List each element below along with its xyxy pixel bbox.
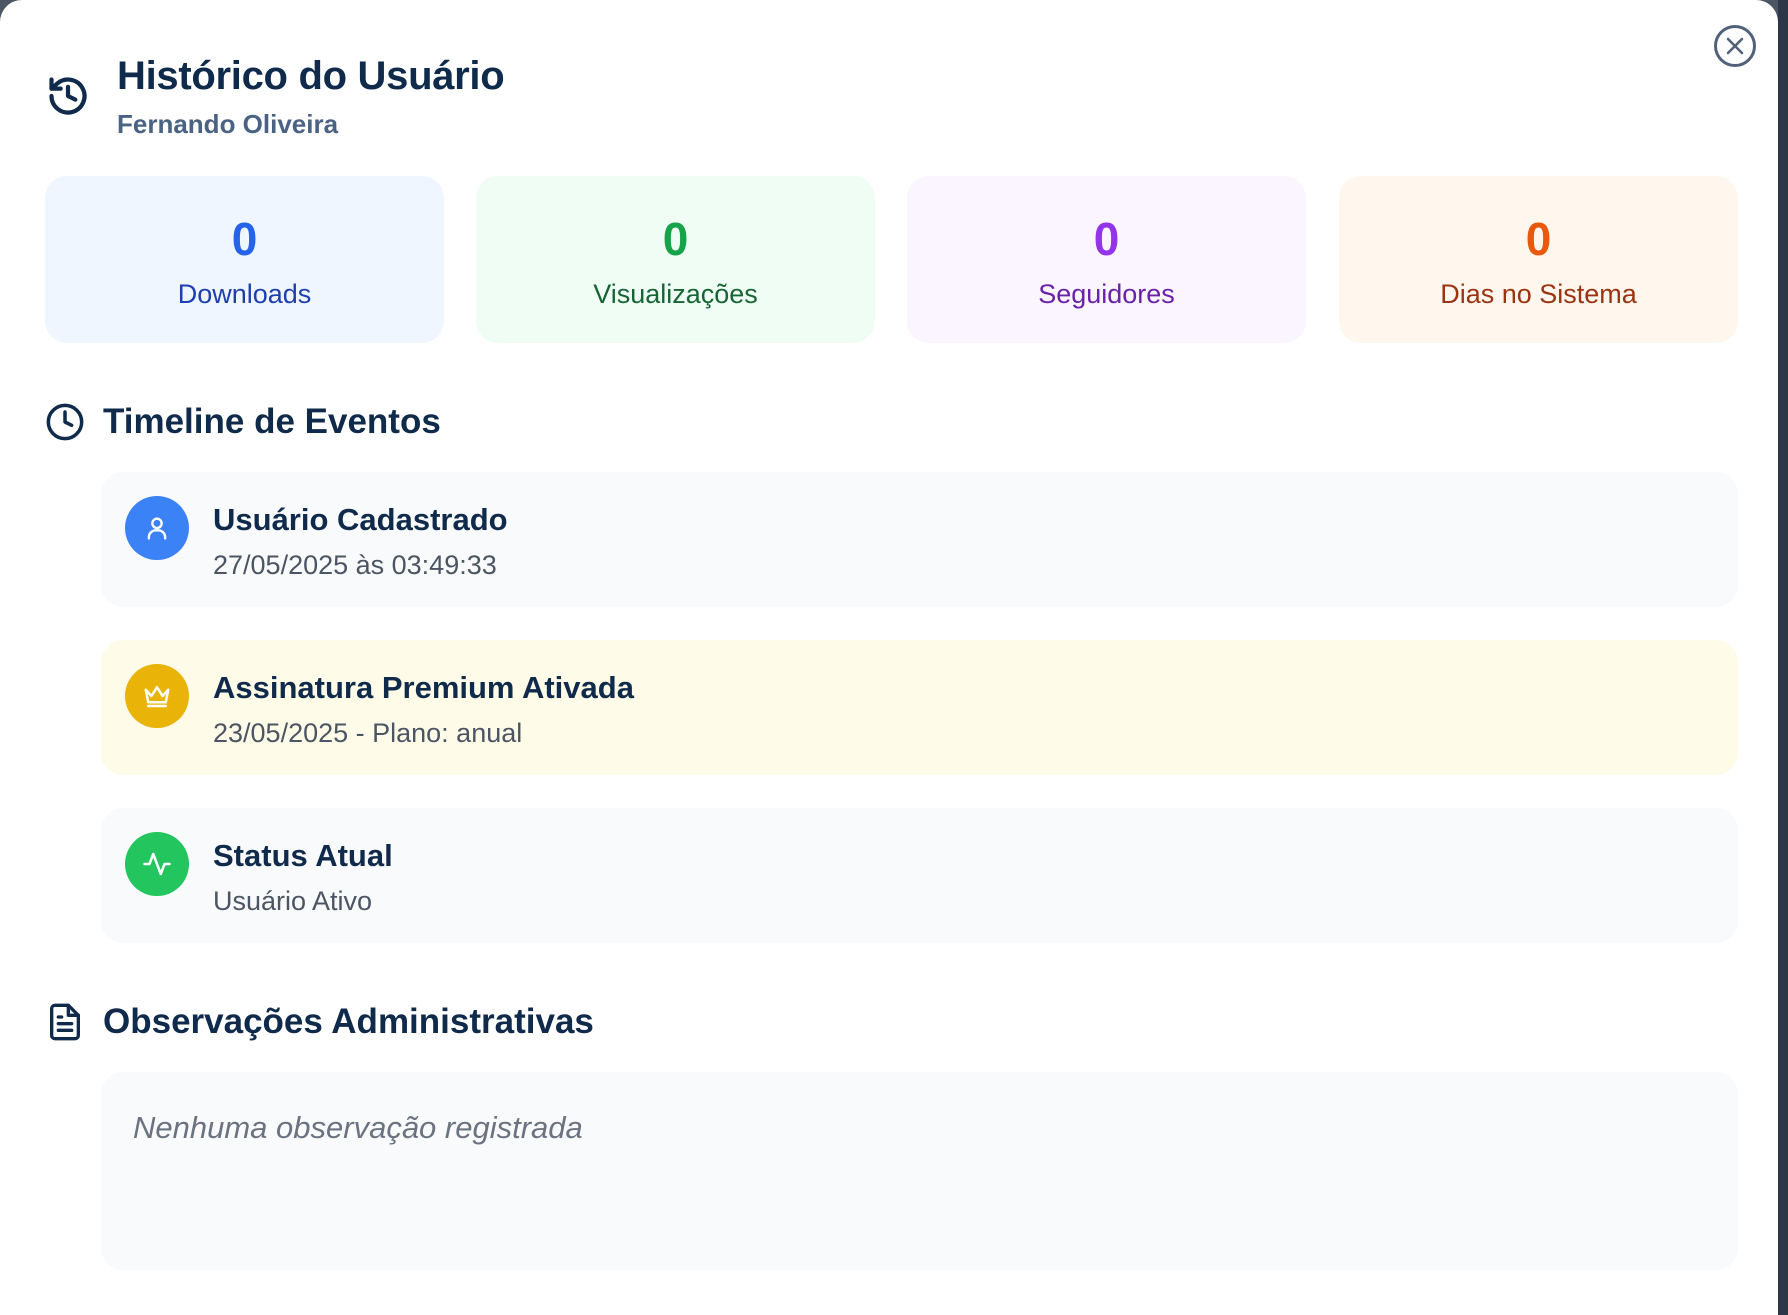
user-icon: [147, 517, 167, 540]
stats-row: 0 Downloads 0 Visualizações 0 Seguidores…: [45, 176, 1738, 343]
event-subtitle: 27/05/2025 às 03:49:33: [213, 550, 497, 580]
user-name: Fernando Oliveira: [117, 109, 339, 139]
timeline-event-premium: Assinatura Premium Ativada 23/05/2025 - …: [101, 640, 1738, 775]
event-icon-badge: [125, 664, 189, 728]
stat-label: Seguidores: [1038, 279, 1175, 309]
timeline-title: Timeline de Eventos: [103, 402, 441, 441]
stat-label: Dias no Sistema: [1440, 279, 1637, 309]
event-subtitle: 23/05/2025 - Plano: anual: [213, 718, 523, 748]
stat-label: Downloads: [177, 279, 312, 309]
stat-value: 0: [662, 213, 689, 265]
stat-card-followers: 0 Seguidores: [907, 176, 1306, 343]
stat-value: 0: [231, 213, 258, 265]
scrollbar[interactable]: [1778, 0, 1788, 1315]
stat-value: 0: [1093, 213, 1120, 265]
notes-header: Observações Administrativas: [45, 1000, 594, 1044]
user-history-modal: Histórico do Usuário Fernando Oliveira 0…: [0, 0, 1778, 1315]
notes-box: Nenhuma observação registrada: [101, 1072, 1738, 1270]
notes-empty-text: Nenhuma observação registrada: [133, 1110, 583, 1145]
stat-card-days: 0 Dias no Sistema: [1339, 176, 1738, 343]
close-icon: [1726, 37, 1744, 55]
clock-icon: [46, 403, 84, 441]
event-title: Usuário Cadastrado: [213, 502, 508, 537]
page-title: Histórico do Usuário: [117, 54, 505, 98]
history-icon: [49, 77, 87, 115]
close-button[interactable]: [1714, 25, 1756, 67]
crown-icon: [144, 686, 170, 708]
event-icon-badge: [125, 496, 189, 560]
notes-title: Observações Administrativas: [103, 1002, 594, 1041]
document-icon: [50, 1003, 81, 1041]
event-icon-badge: [125, 832, 189, 896]
stat-card-views: 0 Visualizações: [476, 176, 875, 343]
timeline-header: Timeline de Eventos: [45, 400, 441, 444]
timeline-event-registered: Usuário Cadastrado 27/05/2025 às 03:49:3…: [101, 472, 1738, 607]
stat-value: 0: [1525, 213, 1552, 265]
event-title: Status Atual: [213, 838, 393, 873]
stat-label: Visualizações: [593, 279, 758, 309]
timeline-event-status: Status Atual Usuário Ativo: [101, 808, 1738, 943]
event-subtitle: Usuário Ativo: [213, 886, 373, 916]
activity-icon: [143, 852, 171, 876]
event-title: Assinatura Premium Ativada: [213, 670, 634, 705]
stat-card-downloads: 0 Downloads: [45, 176, 444, 343]
